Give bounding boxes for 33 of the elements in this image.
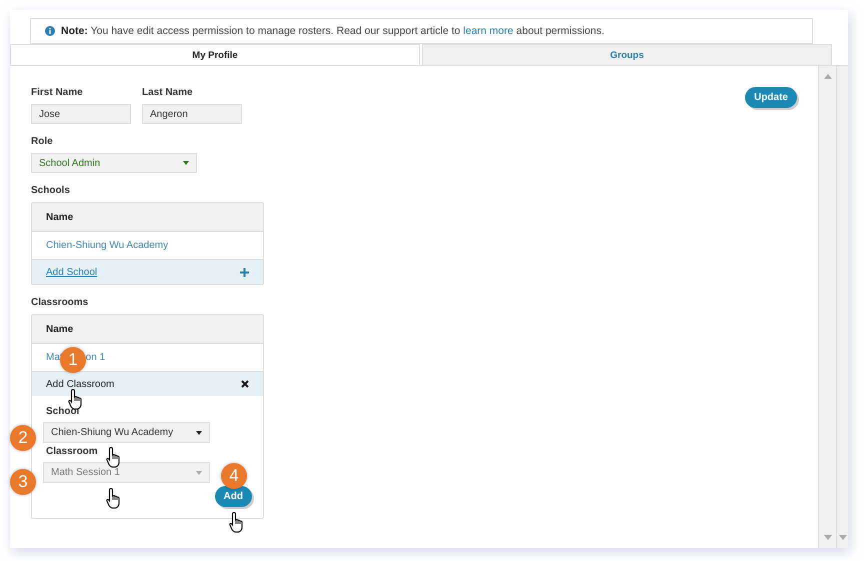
- tab[interactable]: Groups: [422, 44, 832, 65]
- field-label: First Name: [31, 87, 84, 98]
- scrollbar[interactable]: [836, 66, 848, 548]
- field-label: Last Name: [142, 87, 194, 98]
- step-badge: 2: [10, 425, 36, 451]
- column-header: Name: [32, 203, 263, 232]
- add-school-link[interactable]: Add School: [46, 266, 98, 278]
- section-label: Schools: [31, 185, 71, 196]
- hand-cursor-icon: [106, 446, 122, 468]
- learn-more-link[interactable]: learn more: [463, 25, 514, 37]
- info-icon: [45, 26, 55, 36]
- field-label: Classroom: [45, 446, 99, 457]
- step-badge: 4: [221, 463, 247, 489]
- note-text: Note: You have edit access permission to manage rosters. Read our support article to learn more about permissions.: [61, 25, 604, 37]
- section-label: Classrooms: [31, 297, 90, 308]
- hand-cursor-icon: [106, 487, 122, 509]
- update-button[interactable]: Update: [745, 87, 797, 108]
- column-header: Name: [32, 315, 263, 344]
- role-dropdown[interactable]: School Admin: [31, 153, 197, 173]
- input-field[interactable]: Jose: [31, 104, 131, 124]
- table-cell-text: on 1: [86, 352, 106, 363]
- hand-cursor-icon: [229, 511, 245, 533]
- scrollbar[interactable]: [818, 66, 836, 548]
- plus-icon[interactable]: [240, 268, 249, 276]
- step-badge: 3: [10, 469, 36, 495]
- field-label: Role: [31, 136, 54, 147]
- close-icon[interactable]: [241, 380, 249, 388]
- add-classroom-link[interactable]: Add Classroom: [46, 378, 114, 390]
- step-badge: 1: [60, 347, 86, 373]
- input-field[interactable]: Angeron: [142, 104, 242, 124]
- add-button[interactable]: Add: [214, 486, 252, 507]
- tab[interactable]: My Profile: [10, 44, 420, 65]
- select-dropdown[interactable]: Chien-Shiung Wu Academy: [43, 422, 210, 443]
